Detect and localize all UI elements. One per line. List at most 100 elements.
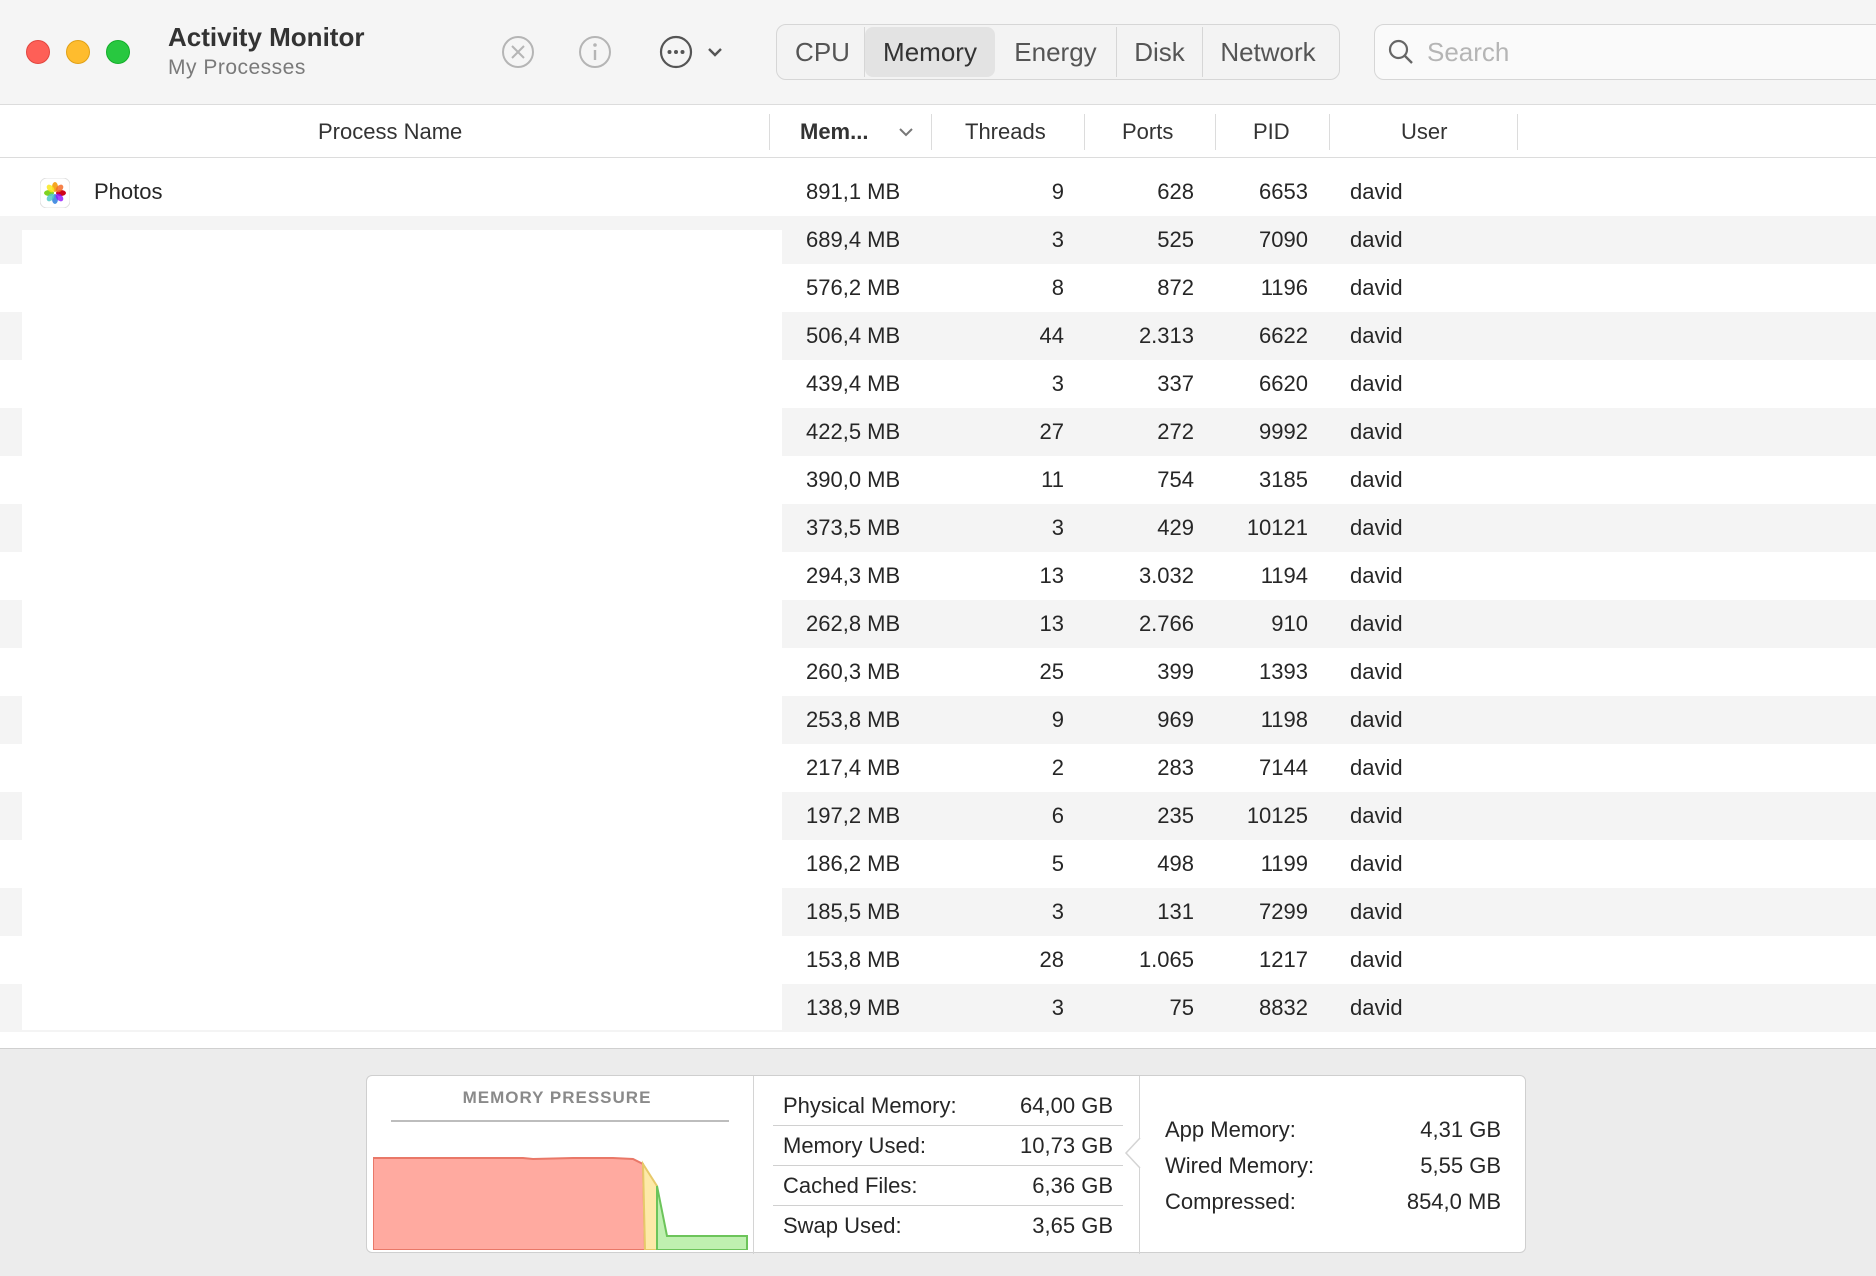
tab-cpu[interactable]: CPU xyxy=(781,27,865,77)
process-pid: 7299 xyxy=(1259,899,1308,924)
stop-process-icon[interactable] xyxy=(498,32,538,72)
process-memory: 422,5 MB xyxy=(806,419,901,444)
process-pid: 10121 xyxy=(1246,515,1308,540)
search-input[interactable] xyxy=(1427,36,1847,68)
process-pid: 10125 xyxy=(1246,803,1308,828)
process-threads: 9 xyxy=(1051,707,1064,732)
process-ports: 2.313 xyxy=(1138,323,1194,348)
zoom-window-button[interactable] xyxy=(106,40,130,64)
process-ports: 628 xyxy=(1157,179,1194,204)
process-memory: 689,4 MB xyxy=(806,227,901,252)
process-user: david xyxy=(1350,947,1403,972)
table-row[interactable]: Photos 891,1 MB 9 628 6653 david xyxy=(0,168,1876,216)
process-threads: 3 xyxy=(1051,899,1064,924)
process-ports: 498 xyxy=(1157,851,1194,876)
process-ports: 429 xyxy=(1157,515,1194,540)
tab-energy[interactable]: Energy xyxy=(995,27,1117,77)
search-icon xyxy=(1388,39,1413,64)
stat-value: 3,65 GB xyxy=(1032,1213,1113,1238)
stat-label: Memory Used: xyxy=(783,1133,927,1158)
process-memory: 185,5 MB xyxy=(806,899,901,924)
process-user: david xyxy=(1350,371,1403,396)
stat-label: Wired Memory: xyxy=(1165,1153,1315,1178)
process-pid: 7090 xyxy=(1259,227,1308,252)
wired-memory-row: Wired Memory: 5,55 GB xyxy=(1165,1148,1501,1184)
process-pid: 6622 xyxy=(1259,323,1308,348)
process-user: david xyxy=(1350,611,1403,636)
column-header-threads[interactable]: Threads xyxy=(965,106,1046,158)
tab-memory[interactable]: Memory xyxy=(865,27,995,77)
process-pid: 3185 xyxy=(1259,467,1308,492)
cached-files-row: Cached Files: 6,36 GB xyxy=(773,1166,1123,1206)
process-memory: 260,3 MB xyxy=(806,659,901,684)
column-divider xyxy=(1084,114,1085,150)
table-header: Process Name Mem... Threads Ports PID Us… xyxy=(0,106,1876,158)
process-user: david xyxy=(1350,899,1403,924)
window-subtitle: My Processes xyxy=(168,56,306,79)
sort-descending-icon[interactable] xyxy=(898,106,914,158)
process-pid: 8832 xyxy=(1259,995,1308,1020)
stat-value: 6,36 GB xyxy=(1032,1173,1113,1198)
process-memory: 186,2 MB xyxy=(806,851,901,876)
process-memory: 390,0 MB xyxy=(806,467,901,492)
stat-label: Compressed: xyxy=(1165,1189,1296,1214)
process-user: david xyxy=(1350,179,1403,204)
process-pid: 6620 xyxy=(1259,371,1308,396)
close-window-button[interactable] xyxy=(26,40,50,64)
process-memory: 294,3 MB xyxy=(806,563,901,588)
process-pid: 910 xyxy=(1271,611,1308,636)
process-threads: 6 xyxy=(1051,803,1064,828)
process-threads: 3 xyxy=(1051,227,1064,252)
more-options-icon[interactable] xyxy=(656,32,696,72)
column-header-ports[interactable]: Ports xyxy=(1122,106,1173,158)
process-pid: 1393 xyxy=(1259,659,1308,684)
toolbar: Activity Monitor My Processes CPU Memory… xyxy=(0,0,1876,105)
process-memory: 373,5 MB xyxy=(806,515,901,540)
process-ports: 399 xyxy=(1157,659,1194,684)
search-field[interactable] xyxy=(1374,24,1876,80)
process-ports: 235 xyxy=(1157,803,1194,828)
process-threads: 8 xyxy=(1051,275,1064,300)
process-ports: 2.766 xyxy=(1138,611,1194,636)
process-ports: 969 xyxy=(1157,707,1194,732)
process-user: david xyxy=(1350,659,1403,684)
column-header-pid[interactable]: PID xyxy=(1253,106,1290,158)
memory-used-row: Memory Used: 10,73 GB xyxy=(773,1126,1123,1166)
minimize-window-button[interactable] xyxy=(66,40,90,64)
process-ports: 131 xyxy=(1157,899,1194,924)
process-pid: 1217 xyxy=(1259,947,1308,972)
tab-disk[interactable]: Disk xyxy=(1117,27,1203,77)
process-ports: 283 xyxy=(1157,755,1194,780)
memory-summary-panel: MEMORY PRESSURE Physical Memory: 64,00 G… xyxy=(366,1075,1526,1254)
process-user: david xyxy=(1350,227,1403,252)
stat-label: Swap Used: xyxy=(783,1213,902,1238)
process-pid: 1198 xyxy=(1260,707,1308,732)
process-threads: 13 xyxy=(1039,611,1064,636)
process-threads: 3 xyxy=(1051,371,1064,396)
column-divider xyxy=(1329,114,1330,150)
column-header-process-name[interactable]: Process Name xyxy=(318,106,462,158)
process-memory: 253,8 MB xyxy=(806,707,901,732)
column-header-memory[interactable]: Mem... xyxy=(800,106,868,158)
column-header-user[interactable]: User xyxy=(1401,106,1447,158)
process-threads: 2 xyxy=(1051,755,1064,780)
process-user: david xyxy=(1350,755,1403,780)
process-user: david xyxy=(1350,515,1403,540)
process-threads: 27 xyxy=(1039,419,1064,444)
tab-network[interactable]: Network xyxy=(1203,27,1333,77)
window-title: Activity Monitor xyxy=(168,22,365,52)
app-memory-row: App Memory: 4,31 GB xyxy=(1165,1112,1501,1148)
stat-value: 10,73 GB xyxy=(1020,1133,1113,1158)
process-pid: 1196 xyxy=(1260,275,1308,300)
process-ports: 754 xyxy=(1157,467,1194,492)
process-user: david xyxy=(1350,851,1403,876)
process-threads: 11 xyxy=(1041,467,1064,492)
process-user: david xyxy=(1350,275,1403,300)
stat-value: 64,00 GB xyxy=(1020,1093,1113,1118)
chevron-down-icon[interactable] xyxy=(700,32,730,72)
process-threads: 5 xyxy=(1051,851,1064,876)
info-icon[interactable] xyxy=(575,32,615,72)
stat-label: Cached Files: xyxy=(783,1173,918,1198)
process-ports: 337 xyxy=(1157,371,1194,396)
process-threads: 13 xyxy=(1039,563,1064,588)
